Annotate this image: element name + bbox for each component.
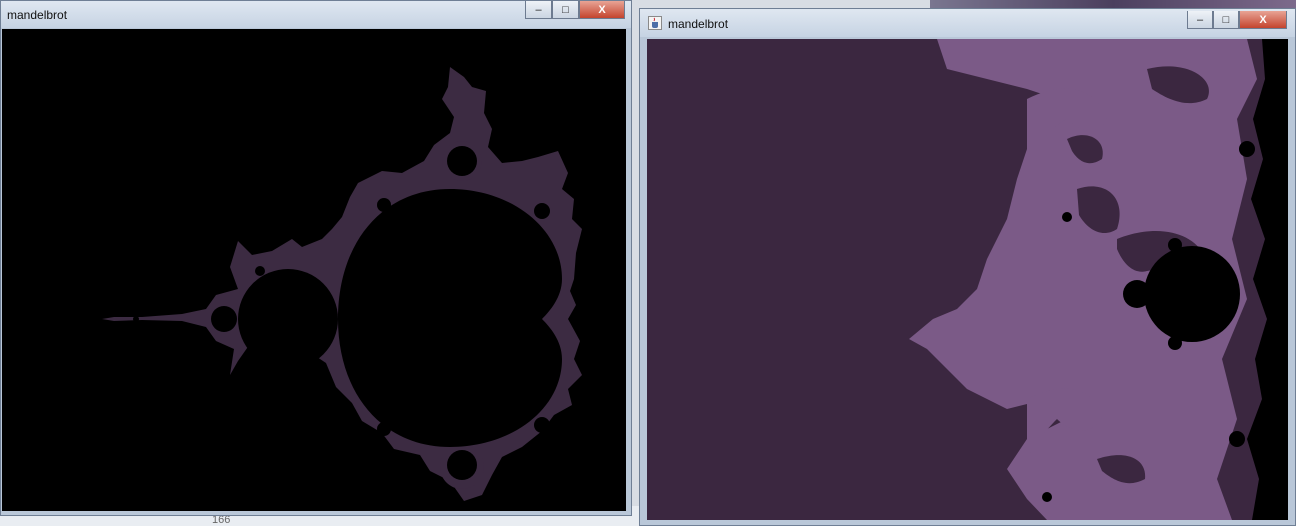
mandelbrot-set-image <box>102 67 582 501</box>
close-button[interactable]: X <box>1239 11 1287 29</box>
maximize-icon: □ <box>1222 13 1230 26</box>
maximize-icon: □ <box>562 3 569 16</box>
close-icon: X <box>1259 13 1267 26</box>
fractal-canvas[interactable] <box>647 39 1288 520</box>
minimize-icon: ‒ <box>535 3 542 16</box>
minimize-button[interactable]: ‒ <box>1187 11 1213 29</box>
window-title: mandelbrot <box>7 8 68 22</box>
mandelbrot-zoom-image <box>909 39 1288 520</box>
java-cup-icon <box>648 16 662 30</box>
title-bar[interactable]: mandelbrot ‒ □ X <box>640 9 1295 37</box>
minimize-icon: ‒ <box>1196 13 1204 26</box>
minimize-button[interactable]: ‒ <box>525 1 552 19</box>
maximize-button[interactable]: □ <box>552 1 579 19</box>
maximize-button[interactable]: □ <box>1213 11 1239 29</box>
window-title: mandelbrot <box>668 17 729 31</box>
fractal-canvas[interactable] <box>2 29 626 511</box>
title-bar[interactable]: mandelbrot ‒ □ X <box>1 1 631 28</box>
close-icon: X <box>598 3 606 16</box>
mandelbrot-window-left[interactable]: mandelbrot ‒ □ X <box>0 0 632 516</box>
close-button[interactable]: X <box>579 1 625 19</box>
mandelbrot-window-right[interactable]: mandelbrot ‒ □ X <box>639 8 1296 526</box>
